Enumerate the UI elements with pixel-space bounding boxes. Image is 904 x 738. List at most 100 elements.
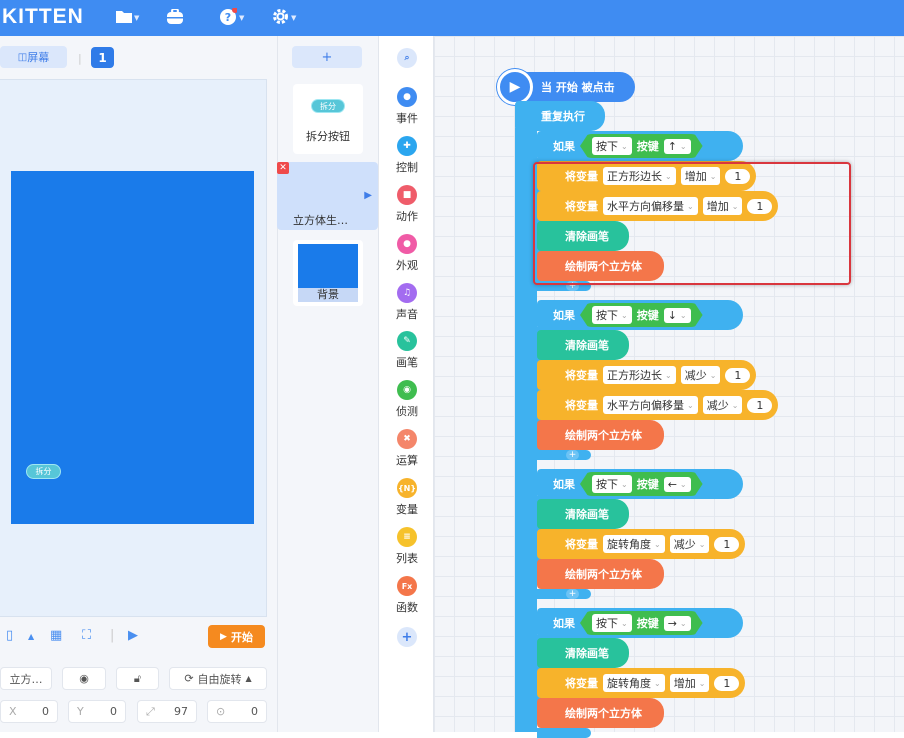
if-block[interactable]: 如果 按下 ⌄ 按键 → ⌄ — [537, 608, 743, 638]
search-icon: ⌕ — [397, 48, 417, 68]
direction-field[interactable]: ⊙ 0 — [207, 700, 267, 723]
draw-cubes-block[interactable]: 绘制两个立方体 — [537, 698, 664, 728]
dropdown-value: 按下 — [596, 617, 618, 630]
dropdown-value: 减少 — [673, 538, 696, 551]
repeat-forever-block[interactable]: 重复执行 — [515, 101, 605, 131]
if-block[interactable]: 如果 按下 ⌄ 按键 ↓ ⌄ — [537, 300, 743, 330]
svg-text:?: ? — [225, 11, 231, 24]
press-dropdown[interactable]: 按下 ⌄ — [592, 137, 632, 155]
clear-pen-block[interactable]: 清除画笔 — [537, 499, 629, 529]
add-extension[interactable]: + — [380, 627, 434, 650]
x-field[interactable]: X 0 — [0, 700, 58, 723]
value-input[interactable]: 1 — [714, 536, 740, 552]
category-operators[interactable]: ✖ 运算 — [380, 429, 434, 468]
key-select-dropdown[interactable]: ← ⌄ — [664, 477, 691, 492]
operation-dropdown[interactable]: 减少 ⌄ — [702, 396, 743, 414]
visibility-toggle[interactable]: ◉ — [62, 667, 106, 690]
page-number-badge[interactable]: 1 — [91, 47, 114, 68]
plus-icon: + — [397, 627, 417, 647]
set-variable-block[interactable]: 将变量 旋转角度 ⌄ 减少 ⌄ 1 — [537, 529, 746, 559]
looks-icon: ● — [397, 234, 417, 254]
folder-menu[interactable]: ▼ — [116, 9, 139, 27]
lock-toggle[interactable]: 🔓︎ — [116, 667, 159, 690]
chevron-down-icon: ▼ — [291, 14, 297, 22]
sprite-card[interactable]: 拆分 拆分按钮 — [293, 84, 363, 154]
key-pressed-condition[interactable]: 按下 ⌄ 按键 → ⌄ — [580, 611, 703, 635]
key-pressed-condition[interactable]: 按下 ⌄ 按键 ↓ ⌄ — [580, 303, 703, 327]
variables-icon: {N} — [397, 478, 417, 498]
key-select-dropdown[interactable]: ↓ ⌄ — [664, 308, 691, 323]
variable-dropdown[interactable]: 水平方向偏移量 ⌄ — [603, 396, 698, 414]
if-block[interactable]: 如果 按下 ⌄ 按键 ← ⌄ — [537, 469, 743, 499]
dropdown-value: 水平方向偏移量 — [607, 399, 684, 412]
key-pressed-condition[interactable]: 按下 ⌄ 按键 ← ⌄ — [580, 472, 703, 496]
add-branch-icon[interactable]: + — [566, 589, 579, 599]
key-pressed-condition[interactable]: 按下 ⌄ 按键 ↑ ⌄ — [580, 134, 703, 158]
category-variables[interactable]: {N} 变量 — [380, 478, 434, 517]
clear-pen-block[interactable]: 清除画笔 — [537, 330, 629, 360]
add-branch-icon[interactable]: + — [566, 450, 579, 460]
play-preview-icon[interactable]: ▶ — [128, 628, 138, 643]
dropdown-value: ↓ — [667, 308, 677, 322]
grid-icon[interactable]: ▦ — [50, 628, 62, 643]
operation-dropdown[interactable]: 减少 ⌄ — [680, 366, 721, 384]
draw-cubes-label: 绘制两个立方体 — [565, 429, 642, 442]
set-variable-block[interactable]: 将变量 正方形边长 ⌄ 减少 ⌄ 1 — [537, 360, 757, 390]
sprite-name-field[interactable]: 立方… — [0, 667, 52, 690]
press-dropdown[interactable]: 按下 ⌄ — [592, 614, 632, 632]
screen-button[interactable]: ◫ 屏幕 — [0, 46, 67, 68]
category-event[interactable]: ● 事件 — [380, 87, 434, 126]
category-sound[interactable]: ♫ 声音 — [380, 283, 434, 322]
if-block[interactable]: 如果 按下 ⌄ 按键 ↑ ⌄ — [537, 131, 743, 161]
set-variable-block[interactable]: 将变量 旋转角度 ⌄ 增加 ⌄ 1 — [537, 668, 746, 698]
set-variable-block[interactable]: 将变量 水平方向偏移量 ⌄ 减少 ⌄ 1 — [537, 390, 779, 420]
value-input[interactable]: 1 — [725, 367, 751, 383]
value-input[interactable]: 1 — [714, 675, 740, 691]
key-select-dropdown[interactable]: ↑ ⌄ — [664, 139, 691, 154]
press-dropdown[interactable]: 按下 ⌄ — [592, 306, 632, 324]
category-label: 函数 — [396, 601, 418, 614]
size-field[interactable]: ⤢ 97 — [137, 700, 197, 723]
start-button[interactable]: ▶ 开始 — [208, 625, 265, 648]
category-motion[interactable]: ■ 动作 — [380, 185, 434, 224]
settings-menu[interactable]: ▼ — [272, 9, 296, 27]
pen-icon: ✎ — [397, 331, 417, 351]
variable-dropdown[interactable]: 旋转角度 ⌄ — [603, 674, 665, 692]
category-lists[interactable]: ≡ 列表 — [380, 527, 434, 566]
chevron-up-icon[interactable]: ▲ — [28, 632, 34, 641]
category-functions[interactable]: Fx 函数 — [380, 576, 434, 615]
background-card[interactable]: 背景 — [293, 240, 363, 306]
help-menu[interactable]: ? ▼ — [219, 6, 245, 27]
category-looks[interactable]: ● 外观 — [380, 234, 434, 273]
chevron-down-icon: ⌄ — [731, 400, 739, 410]
operation-dropdown[interactable]: 减少 ⌄ — [669, 535, 710, 553]
clear-pen-block[interactable]: 清除画笔 — [537, 638, 629, 668]
chevron-down-icon: ⌄ — [621, 310, 628, 320]
draw-cubes-block[interactable]: 绘制两个立方体 — [537, 420, 664, 450]
split-sprite-on-stage[interactable]: 拆分 — [26, 464, 61, 479]
fullscreen-icon[interactable]: ⛶ — [82, 628, 91, 643]
draw-cubes-block[interactable]: 绘制两个立方体 — [537, 559, 664, 589]
sprite-card-selected[interactable]: ▶ 立方体生… — [277, 162, 378, 230]
delete-sprite-icon[interactable]: ✕ — [277, 162, 289, 174]
when-start-clicked-block[interactable]: ▶ 当 开始 被点击 — [497, 69, 635, 105]
value-input[interactable]: 1 — [747, 397, 773, 413]
category-pen[interactable]: ✎ 画笔 — [380, 331, 434, 370]
category-control[interactable]: ✚ 控制 — [380, 136, 434, 175]
variable-dropdown[interactable]: 旋转角度 ⌄ — [603, 535, 665, 553]
chevron-down-icon: ▼ — [239, 14, 245, 22]
add-sprite-button[interactable]: + — [292, 46, 362, 68]
device-icon[interactable]: ▯ — [6, 628, 13, 643]
operation-dropdown[interactable]: 增加 ⌄ — [669, 674, 710, 692]
key-select-dropdown[interactable]: → ⌄ — [664, 616, 691, 631]
category-sensing[interactable]: ◉ 侦测 — [380, 380, 434, 419]
gear-icon — [272, 8, 289, 28]
set-variable-label: 将变量 — [565, 399, 598, 412]
backpack-button[interactable] — [166, 7, 184, 27]
search-blocks[interactable]: ⌕ — [380, 48, 434, 71]
rotation-mode-select[interactable]: ⟳ 自由旋转 ▲ — [169, 667, 267, 690]
operators-icon: ✖ — [397, 429, 417, 449]
variable-dropdown[interactable]: 正方形边长 ⌄ — [603, 366, 676, 384]
y-field[interactable]: Y 0 — [68, 700, 126, 723]
press-dropdown[interactable]: 按下 ⌄ — [592, 475, 632, 493]
